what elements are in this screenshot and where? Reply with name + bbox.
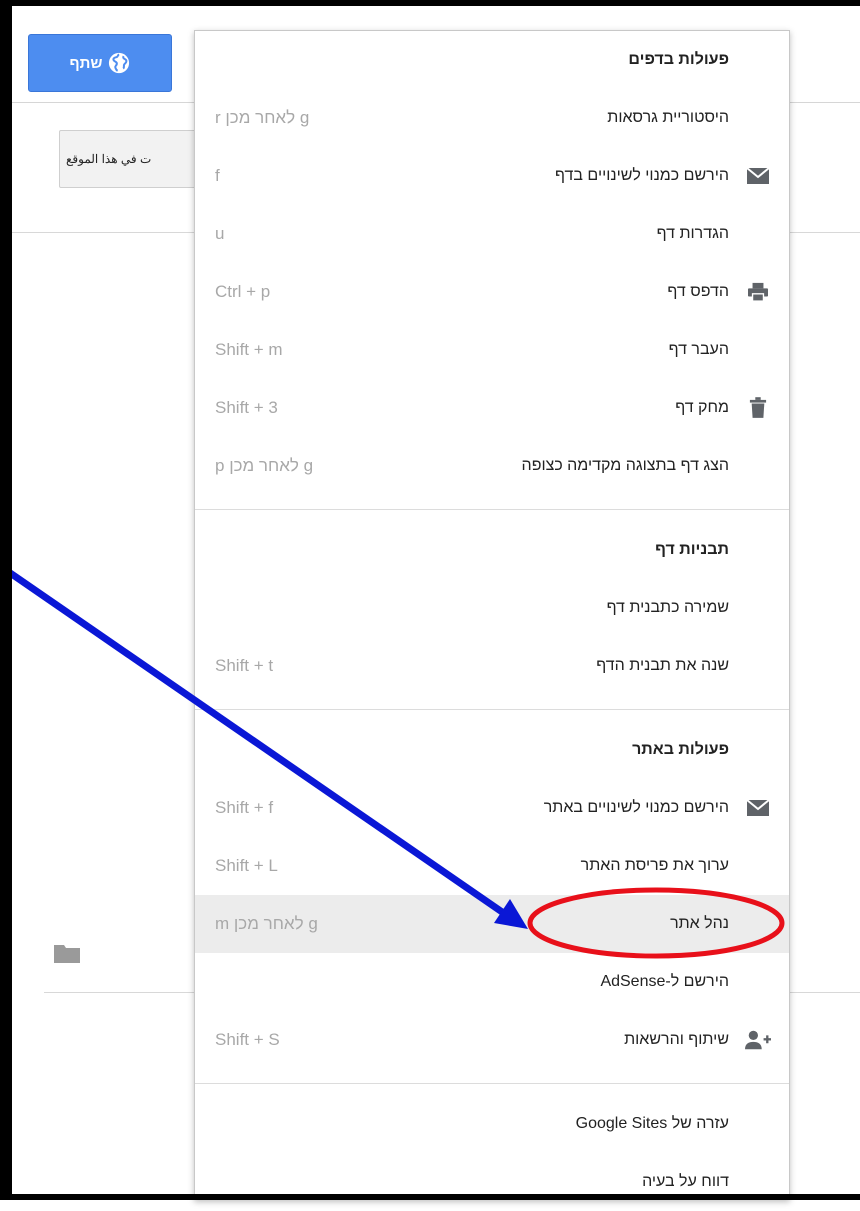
menu-item[interactable]: שיתוף והרשאות Shift + S: [195, 1011, 789, 1069]
menu-section-heading-label: פעולות באתר: [632, 741, 729, 758]
menu-section-heading-label: תבניות דף: [655, 541, 729, 558]
menu-item-label: הדפס דף: [667, 283, 729, 300]
menu-item-label: הירשם כמנוי לשינויים באתר: [543, 799, 729, 816]
menu-item-label: שמירה כתבנית דף: [606, 599, 729, 616]
share-button[interactable]: שתף: [28, 34, 172, 92]
menu-item[interactable]: שנה את תבנית הדף Shift + t: [195, 637, 789, 695]
menu-item[interactable]: הדפס דף Ctrl + p: [195, 263, 789, 321]
menu-separator: [195, 509, 789, 510]
menu-item-shortcut: Shift + m: [215, 340, 283, 359]
add-person-icon: [745, 1027, 771, 1053]
menu-item[interactable]: העבר דף Shift + m: [195, 321, 789, 379]
envelope-icon: [745, 795, 771, 821]
menu-item-shortcut: Shift + f: [215, 798, 274, 817]
globe-icon: [109, 52, 130, 74]
menu-item[interactable]: הירשם כמנוי לשינויים באתר Shift + f: [195, 779, 789, 837]
menu-item-shortcut: Shift + L: [215, 856, 278, 875]
menu-section-heading: פעולות באתר: [195, 721, 789, 779]
menu-separator: [195, 1083, 789, 1084]
menu-item[interactable]: ערוך את פריסת האתר Shift + L: [195, 837, 789, 895]
menu-item-label: היסטוריית גרסאות: [607, 109, 729, 126]
menu-item[interactable]: נהל אתר g לאחר מכן m: [195, 895, 789, 953]
menu-item[interactable]: דווח על בעיה: [195, 1153, 789, 1211]
menu-item-shortcut: Shift + S: [215, 1030, 280, 1049]
menu-item-label: נהל אתר: [670, 915, 729, 932]
menu-item-shortcut: g לאחר מכן m: [215, 914, 318, 933]
menu-item-shortcut: g לאחר מכן p: [215, 456, 314, 475]
menu-item-label: דווח על בעיה: [642, 1173, 729, 1190]
menu-item-shortcut: Shift + t: [215, 656, 274, 675]
menu-item-label: הצג דף בתצוגה מקדימה כצופה: [521, 457, 729, 474]
menu-item-label: הגדרות דף: [656, 225, 729, 242]
menu-item-label: ערוך את פריסת האתר: [580, 857, 729, 874]
menu-item-label: שיתוף והרשאות: [624, 1031, 729, 1048]
menu-item[interactable]: עזרה של Google Sites: [195, 1095, 789, 1153]
menu-item[interactable]: הגדרות דף u: [195, 205, 789, 263]
menu-item-label: שנה את תבנית הדף: [596, 657, 729, 674]
menu-item[interactable]: הצג דף בתצוגה מקדימה כצופה g לאחר מכן p: [195, 437, 789, 495]
menu-item-label: הירשם כמנוי לשינויים בדף: [555, 167, 729, 184]
printer-icon: [745, 279, 771, 305]
trash-icon: [745, 395, 771, 421]
menu-item-label: הירשם ל-AdSense: [600, 973, 729, 990]
share-button-label: שתף: [69, 54, 103, 72]
menu-item[interactable]: היסטוריית גרסאות g לאחר מכן r: [195, 89, 789, 147]
menu-item[interactable]: שמירה כתבנית דף: [195, 579, 789, 637]
menu-item[interactable]: הירשם כמנוי לשינויים בדף f: [195, 147, 789, 205]
menu-item[interactable]: מחק דף Shift + 3: [195, 379, 789, 437]
menu-separator: [195, 709, 789, 710]
more-actions-menu: פעולות בדפים היסטוריית גרסאות g לאחר מכן r…: [194, 30, 790, 1200]
menu-item-shortcut: g לאחר מכן r: [215, 108, 310, 127]
menu-section-heading: תבניות דף: [195, 521, 789, 579]
menu-item-shortcut: Shift + 3: [215, 398, 278, 417]
menu-section-heading: פעולות בדפים: [195, 31, 789, 89]
menu-item[interactable]: הירשם ל-AdSense: [195, 953, 789, 1011]
menu-section-heading-label: פעולות בדפים: [628, 51, 729, 68]
envelope-icon: [745, 163, 771, 189]
folder-icon: [54, 945, 80, 963]
menu-item-shortcut: f: [215, 166, 220, 185]
menu-item-shortcut: u: [215, 224, 225, 243]
menu-item-label: העבר דף: [668, 341, 729, 358]
menu-item-label: עזרה של Google Sites: [575, 1115, 729, 1132]
menu-item-label: מחק דף: [675, 399, 729, 416]
search-site-label: ت في هذا الموقع: [66, 152, 152, 166]
menu-item-shortcut: Ctrl + p: [215, 282, 271, 301]
